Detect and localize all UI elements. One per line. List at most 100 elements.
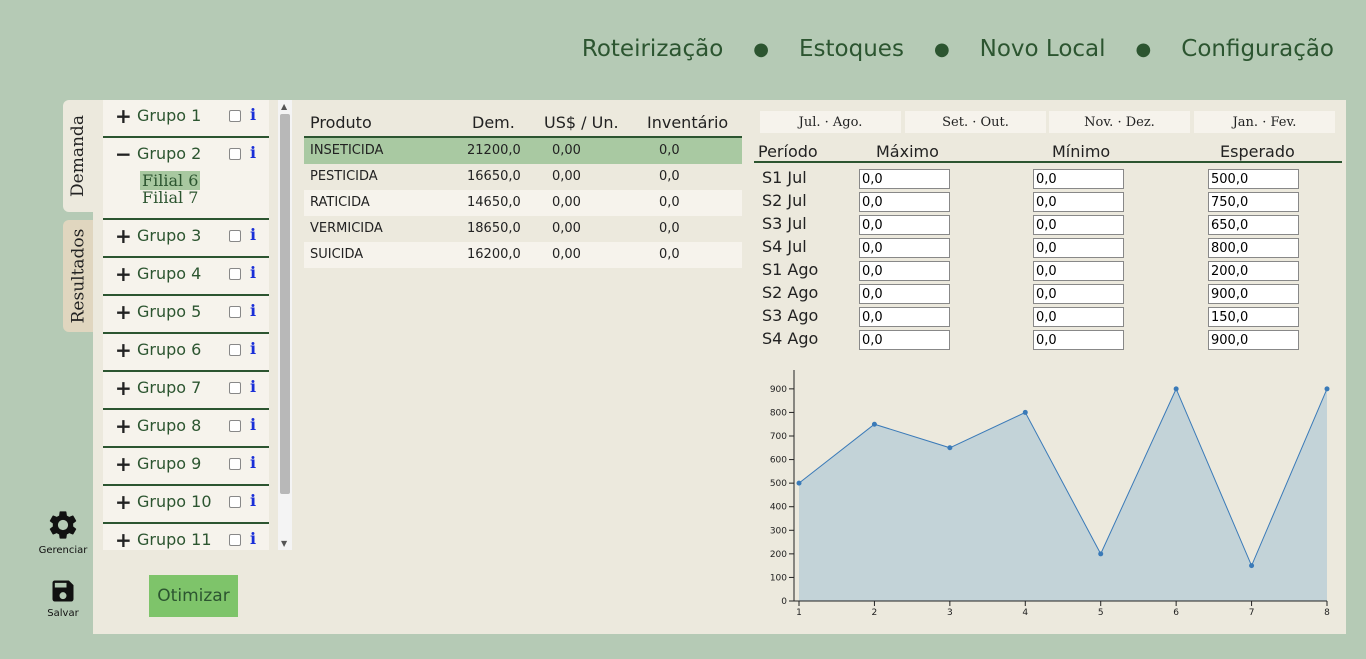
info-icon[interactable]: i — [250, 225, 256, 244]
period-row: S2 Ago — [754, 283, 1342, 305]
scrollbar-thumb[interactable] — [280, 114, 290, 494]
info-icon[interactable]: i — [250, 143, 256, 162]
group-checkbox[interactable] — [229, 148, 241, 160]
nav-configuracao[interactable]: Configuração — [1181, 36, 1334, 62]
max-input[interactable] — [859, 238, 950, 258]
group-item[interactable]: + Grupo 6 i — [103, 334, 269, 372]
expand-icon[interactable]: + — [115, 338, 132, 362]
group-list-scrollbar[interactable]: ▲ ▼ — [278, 100, 292, 550]
expand-icon[interactable]: + — [115, 528, 132, 550]
product-inventory: 0,0 — [659, 247, 680, 262]
group-checkbox[interactable] — [229, 110, 241, 122]
product-row[interactable]: VERMICIDA 18650,0 0,00 0,0 — [304, 216, 742, 242]
group-item[interactable]: + Grupo 3 i — [103, 220, 269, 258]
max-input[interactable] — [859, 192, 950, 212]
group-checkbox[interactable] — [229, 268, 241, 280]
nav-estoques[interactable]: Estoques — [799, 36, 904, 62]
expected-input[interactable] — [1208, 215, 1299, 235]
max-input[interactable] — [859, 261, 950, 281]
filial-item[interactable]: Filial 7 — [140, 188, 200, 207]
expected-input[interactable] — [1208, 330, 1299, 350]
expected-input[interactable] — [1208, 307, 1299, 327]
group-checkbox[interactable] — [229, 306, 241, 318]
expand-icon[interactable]: + — [115, 414, 132, 438]
group-checkbox[interactable] — [229, 344, 241, 356]
expected-input[interactable] — [1208, 284, 1299, 304]
min-input[interactable] — [1033, 169, 1124, 189]
info-icon[interactable]: i — [250, 263, 256, 282]
max-input[interactable] — [859, 330, 950, 350]
group-item[interactable]: + Grupo 10 i — [103, 486, 269, 524]
group-item[interactable]: + Grupo 1 i — [103, 100, 269, 138]
nav-novo-local[interactable]: Novo Local — [980, 36, 1106, 62]
group-item[interactable]: + Grupo 7 i — [103, 372, 269, 410]
expected-input[interactable] — [1208, 238, 1299, 258]
group-checkbox[interactable] — [229, 382, 241, 394]
expand-icon[interactable]: + — [115, 262, 132, 286]
min-input[interactable] — [1033, 192, 1124, 212]
tab-set-out[interactable]: Set. · Out. — [905, 111, 1046, 133]
expand-icon[interactable]: + — [115, 224, 132, 248]
info-icon[interactable]: i — [250, 105, 256, 124]
y-tick-label: 600 — [770, 456, 787, 466]
collapse-icon[interactable]: − — [115, 142, 132, 166]
product-row[interactable]: PESTICIDA 16650,0 0,00 0,0 — [304, 164, 742, 190]
product-row[interactable]: RATICIDA 14650,0 0,00 0,0 — [304, 190, 742, 216]
max-input[interactable] — [859, 307, 950, 327]
min-input[interactable] — [1033, 307, 1124, 327]
info-icon[interactable]: i — [250, 339, 256, 358]
header-demanda: Dem. — [472, 113, 515, 132]
max-input[interactable] — [859, 215, 950, 235]
tab-jan-fev[interactable]: Jan. · Fev. — [1194, 111, 1335, 133]
expand-icon[interactable]: + — [115, 452, 132, 476]
max-input[interactable] — [859, 169, 950, 189]
min-input[interactable] — [1033, 284, 1124, 304]
group-checkbox[interactable] — [229, 534, 241, 546]
expand-icon[interactable]: + — [115, 490, 132, 514]
info-icon[interactable]: i — [250, 491, 256, 510]
otimizar-button[interactable]: Otimizar — [149, 575, 238, 617]
group-item[interactable]: + Grupo 5 i — [103, 296, 269, 334]
info-icon[interactable]: i — [250, 529, 256, 548]
min-input[interactable] — [1033, 215, 1124, 235]
product-demand: 21200,0 — [467, 143, 521, 158]
x-tick-label: 7 — [1249, 608, 1255, 618]
expand-icon[interactable]: + — [115, 376, 132, 400]
max-input[interactable] — [859, 284, 950, 304]
group-checkbox[interactable] — [229, 496, 241, 508]
product-row[interactable]: SUICIDA 16200,0 0,00 0,0 — [304, 242, 742, 268]
group-item[interactable]: + Grupo 4 i — [103, 258, 269, 296]
product-row[interactable]: INSETICIDA 21200,0 0,00 0,0 — [304, 138, 742, 164]
group-label: Grupo 4 — [137, 264, 202, 283]
scroll-up-arrow-icon[interactable]: ▲ — [281, 102, 287, 111]
tab-jul-ago[interactable]: Jul. · Ago. — [760, 111, 901, 133]
tab-resultados[interactable]: Resultados — [63, 220, 93, 332]
group-checkbox[interactable] — [229, 458, 241, 470]
salvar-label: Salvar — [47, 608, 79, 619]
info-icon[interactable]: i — [250, 301, 256, 320]
nav-roteirizacao[interactable]: Roteirização — [582, 36, 723, 62]
group-checkbox[interactable] — [229, 420, 241, 432]
scroll-down-arrow-icon[interactable]: ▼ — [281, 539, 287, 548]
group-item[interactable]: − Grupo 2 i Filial 6 Filial 7 — [103, 138, 269, 220]
salvar-button[interactable]: Salvar — [38, 577, 88, 619]
min-input[interactable] — [1033, 330, 1124, 350]
expected-input[interactable] — [1208, 261, 1299, 281]
expand-icon[interactable]: + — [115, 300, 132, 324]
expand-icon[interactable]: + — [115, 104, 132, 128]
expected-input[interactable] — [1208, 192, 1299, 212]
group-item[interactable]: + Grupo 9 i — [103, 448, 269, 486]
y-tick-label: 200 — [770, 550, 787, 560]
group-checkbox[interactable] — [229, 230, 241, 242]
group-item[interactable]: + Grupo 11 i — [103, 524, 269, 550]
info-icon[interactable]: i — [250, 453, 256, 472]
tab-nov-dez[interactable]: Nov. · Dez. — [1049, 111, 1190, 133]
min-input[interactable] — [1033, 238, 1124, 258]
gerenciar-button[interactable]: Gerenciar — [38, 508, 88, 556]
expected-input[interactable] — [1208, 169, 1299, 189]
info-icon[interactable]: i — [250, 415, 256, 434]
tab-demanda[interactable]: Demanda — [63, 100, 93, 212]
group-item[interactable]: + Grupo 8 i — [103, 410, 269, 448]
min-input[interactable] — [1033, 261, 1124, 281]
info-icon[interactable]: i — [250, 377, 256, 396]
